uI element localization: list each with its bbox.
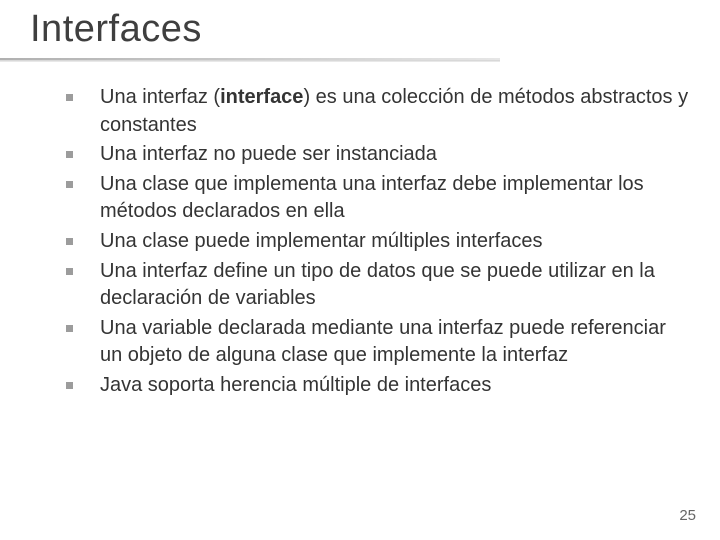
list-item: Una clase puede implementar múltiples in… (60, 228, 690, 256)
list-item-text: Una interfaz no puede ser instanciada (100, 141, 690, 169)
list-item: Una interfaz define un tipo de datos que… (60, 258, 690, 313)
bullet-icon (60, 228, 100, 256)
list-item: Una variable declarada mediante una inte… (60, 315, 690, 370)
list-item: Java soporta herencia múltiple de interf… (60, 372, 690, 400)
title-underline (0, 58, 500, 60)
list-item: Una interfaz (interface) es una colecció… (60, 84, 690, 139)
bullet-list: Una interfaz (interface) es una colecció… (60, 84, 690, 402)
list-item: Una interfaz no puede ser instanciada (60, 141, 690, 169)
bullet-icon (60, 141, 100, 169)
list-item-text: Una interfaz define un tipo de datos que… (100, 258, 690, 313)
bullet-icon (60, 258, 100, 313)
list-item-text: Java soporta herencia múltiple de interf… (100, 372, 690, 400)
list-item: Una clase que implementa una interfaz de… (60, 171, 690, 226)
bullet-icon (60, 171, 100, 226)
bullet-icon (60, 315, 100, 370)
list-item-text: Una clase que implementa una interfaz de… (100, 171, 690, 226)
list-item-text: Una interfaz (interface) es una colecció… (100, 84, 690, 139)
bullet-icon (60, 372, 100, 400)
bullet-icon (60, 84, 100, 139)
list-item-text: Una variable declarada mediante una inte… (100, 315, 690, 370)
page-number: 25 (679, 507, 696, 524)
slide-title: Interfaces (30, 8, 202, 51)
list-item-text: Una clase puede implementar múltiples in… (100, 228, 690, 256)
